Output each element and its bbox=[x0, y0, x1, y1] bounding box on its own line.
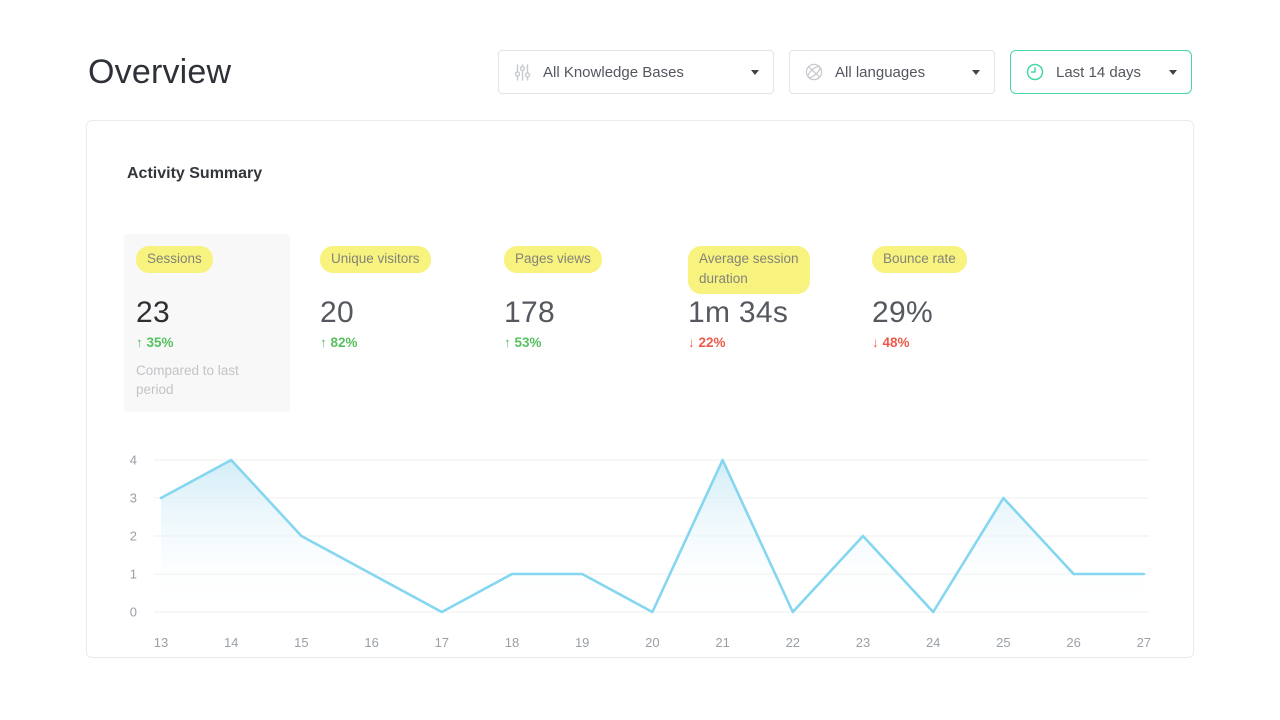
metric-label-wrap: Pages views bbox=[504, 246, 646, 296]
chevron-down-icon bbox=[972, 69, 980, 75]
language-dropdown[interactable]: All languages bbox=[789, 50, 995, 94]
filters-bar: All Knowledge Bases All languages Last 1… bbox=[498, 50, 1192, 94]
page-header: Overview All Knowledge Bases All languag… bbox=[0, 0, 1280, 94]
metric-delta: ↓ 48% bbox=[872, 335, 910, 350]
sliders-icon bbox=[513, 63, 532, 82]
x-tick-label: 25 bbox=[996, 635, 1010, 650]
x-tick-label: 16 bbox=[364, 635, 378, 650]
x-tick-label: 22 bbox=[786, 635, 800, 650]
metric-value: 23 bbox=[136, 296, 170, 329]
date-range-dropdown[interactable]: Last 14 days bbox=[1010, 50, 1192, 94]
chevron-down-icon bbox=[1169, 69, 1177, 75]
knowledge-base-dropdown-label: All Knowledge Bases bbox=[543, 63, 684, 81]
activity-summary-card: Activity Summary Sessions 23 ↑ 35% Compared… bbox=[86, 120, 1194, 658]
metric-label-highlight: Bounce rate bbox=[872, 246, 967, 274]
overview-page: Overview All Knowledge Bases All languag… bbox=[0, 0, 1280, 720]
x-tick-label: 18 bbox=[505, 635, 519, 650]
x-tick-label: 21 bbox=[715, 635, 729, 650]
x-tick-label: 26 bbox=[1066, 635, 1080, 650]
globe-icon bbox=[804, 62, 824, 82]
chevron-down-icon bbox=[751, 69, 759, 75]
y-tick-label: 2 bbox=[130, 528, 137, 543]
metric-delta: ↑ 82% bbox=[320, 335, 358, 350]
arrow-up-icon: ↑ bbox=[136, 335, 147, 350]
metric-value: 20 bbox=[320, 296, 354, 329]
metric-label-wrap: Average session duration bbox=[688, 246, 830, 296]
metric-average-session-duration[interactable]: Average session duration 1m 34s ↓ 22% bbox=[676, 234, 842, 412]
metric-label-highlight: Unique visitors bbox=[320, 246, 431, 274]
metric-delta: ↑ 53% bbox=[504, 335, 542, 350]
metric-sessions[interactable]: Sessions 23 ↑ 35% Compared to last period bbox=[124, 234, 290, 412]
metric-label-wrap: Bounce rate bbox=[872, 246, 1014, 296]
x-tick-label: 13 bbox=[154, 635, 168, 650]
metric-label-wrap: Sessions bbox=[136, 246, 278, 296]
x-tick-label: 15 bbox=[294, 635, 308, 650]
metric-delta: ↑ 35% bbox=[136, 335, 174, 350]
metric-label-highlight: Average session duration bbox=[688, 246, 810, 294]
clock-icon bbox=[1025, 62, 1045, 82]
y-tick-label: 0 bbox=[130, 604, 137, 619]
arrow-down-icon: ↓ bbox=[688, 335, 699, 350]
arrow-down-icon: ↓ bbox=[872, 335, 883, 350]
card-title: Activity Summary bbox=[127, 165, 263, 182]
arrow-up-icon: ↑ bbox=[504, 335, 515, 350]
y-tick-label: 4 bbox=[130, 452, 137, 467]
date-range-dropdown-label: Last 14 days bbox=[1056, 63, 1142, 81]
metric-label-highlight: Pages views bbox=[504, 246, 602, 274]
sessions-area-chart: 0 1 2 3 4 13 14 15 16 17 18 19 20 21 22 23 24 25 26 27 bbox=[121, 447, 1153, 659]
x-tick-label: 23 bbox=[856, 635, 870, 650]
x-tick-label: 20 bbox=[645, 635, 659, 650]
metric-value: 1m 34s bbox=[688, 296, 789, 329]
x-tick-label: 27 bbox=[1137, 635, 1151, 650]
y-tick-label: 3 bbox=[130, 490, 137, 505]
page-title: Overview bbox=[88, 52, 232, 91]
knowledge-base-dropdown[interactable]: All Knowledge Bases bbox=[498, 50, 774, 94]
metric-unique-visitors[interactable]: Unique visitors 20 ↑ 82% bbox=[308, 234, 474, 412]
metric-bounce-rate[interactable]: Bounce rate 29% ↓ 48% bbox=[860, 234, 1026, 412]
x-tick-label: 14 bbox=[224, 635, 238, 650]
metric-label-highlight: Sessions bbox=[136, 246, 213, 274]
metric-value: 178 bbox=[504, 296, 555, 329]
metric-label-wrap: Unique visitors bbox=[320, 246, 462, 296]
language-dropdown-label: All languages bbox=[835, 63, 926, 81]
x-tick-label: 24 bbox=[926, 635, 940, 650]
metrics-row: Sessions 23 ↑ 35% Compared to last period Un… bbox=[124, 234, 1153, 412]
y-tick-label: 1 bbox=[130, 566, 137, 581]
x-tick-label: 19 bbox=[575, 635, 589, 650]
arrow-up-icon: ↑ bbox=[320, 335, 331, 350]
chart-canvas: 0123413 14 15 16 17 18 19 20 21 22 23 24 25 26 27 bbox=[130, 452, 1151, 650]
metric-delta: ↓ 22% bbox=[688, 335, 726, 350]
metric-value: 29% bbox=[872, 296, 933, 329]
x-tick-label: 17 bbox=[435, 635, 449, 650]
metric-pages-views[interactable]: Pages views 178 ↑ 53% bbox=[492, 234, 658, 412]
metric-caption: Compared to last period bbox=[136, 363, 239, 397]
